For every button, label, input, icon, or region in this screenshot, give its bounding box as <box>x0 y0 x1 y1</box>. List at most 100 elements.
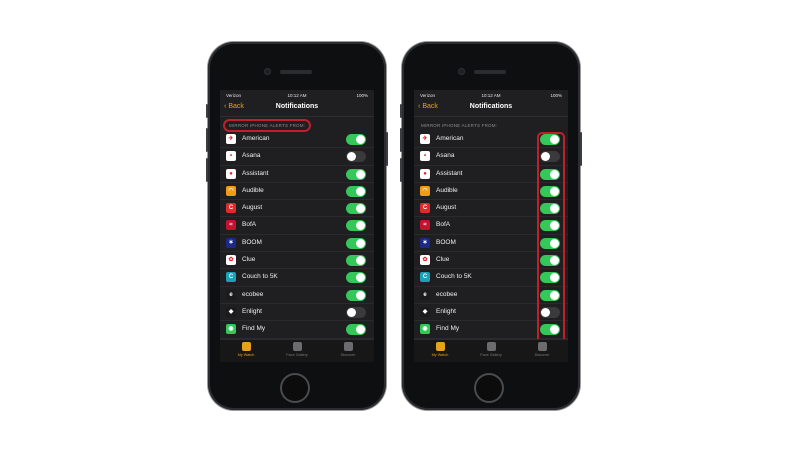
list-item: ◉ Find My <box>220 321 374 339</box>
enlight-icon: ◆ <box>226 306 236 317</box>
toggle-highlight-annotation <box>537 132 565 359</box>
toggle-knob <box>356 221 365 231</box>
notification-toggle[interactable] <box>346 151 366 163</box>
tab-bar: My Watch Face Gallery Discover <box>220 339 374 362</box>
app-name-label: Clue <box>436 256 450 264</box>
face-gallery-icon <box>486 342 496 351</box>
notification-toggle[interactable] <box>346 324 366 336</box>
status-bar: Verizon 10:12 AM 100% <box>414 90 568 100</box>
app-name-label: Couch to 5K <box>436 273 472 281</box>
list-item: ◆ Enlight <box>220 304 374 322</box>
enlight-icon: ◆ <box>420 306 430 317</box>
notification-toggle[interactable] <box>346 237 366 249</box>
tab-label: Face Gallery <box>286 353 308 357</box>
toggle-knob <box>356 238 365 248</box>
volume-up-button <box>206 128 208 152</box>
app-list: ✈ American • Asana ● Assistant ◠ Audible C August… <box>414 131 568 359</box>
notification-toggle[interactable] <box>346 272 366 284</box>
app-name-label: Enlight <box>242 307 262 315</box>
watch-icon <box>435 342 445 351</box>
face-gallery-icon <box>292 342 302 351</box>
silent-switch <box>400 104 402 118</box>
toggle-knob <box>356 290 365 300</box>
app-name-label: Asana <box>436 152 455 160</box>
audible-icon: ◠ <box>226 185 236 196</box>
app-name-label: Clue <box>242 256 256 264</box>
screen: Verizon 10:12 AM 100% ‹ Back Notification… <box>220 90 374 362</box>
app-name-label: Audible <box>436 186 458 194</box>
app-name-label: Audible <box>242 186 264 194</box>
tab-face-gallery[interactable]: Face Gallery <box>471 342 511 357</box>
tab-label: Discover <box>534 353 550 357</box>
battery-label: 100% <box>550 93 562 98</box>
tab-label: My Watch <box>237 353 255 357</box>
asana-icon: • <box>226 151 236 162</box>
app-name-label: American <box>436 135 464 142</box>
bofa-icon: ≈ <box>420 220 430 231</box>
app-list: ✈ American • Asana ● Assistant ◠ Audible C August… <box>220 131 374 356</box>
notification-toggle[interactable] <box>346 203 366 215</box>
notification-toggle[interactable] <box>346 185 366 197</box>
toggle-knob <box>356 273 365 283</box>
tab-discover[interactable]: Discover <box>328 342 368 357</box>
notification-toggle[interactable] <box>346 306 366 318</box>
couch-to-5k-icon: C <box>226 272 236 283</box>
earpiece-speaker <box>280 70 312 74</box>
phone-left: Verizon 10:12 AM 100% ‹ Back Notification… <box>206 42 388 410</box>
tab-bar: My Watch Face Gallery Discover <box>414 339 568 362</box>
app-name-label: Assistant <box>242 169 269 177</box>
tab-face-gallery[interactable]: Face Gallery <box>277 342 317 357</box>
list-item: C August <box>220 200 374 218</box>
notification-toggle[interactable] <box>346 255 366 267</box>
compass-icon <box>343 342 353 351</box>
app-name-label: Find My <box>242 325 266 333</box>
notification-toggle[interactable] <box>346 289 366 301</box>
section-header: MIRROR IPHONE ALERTS FROM: <box>414 117 568 131</box>
front-camera <box>264 68 271 75</box>
app-name-label: August <box>436 204 457 212</box>
august-lock-icon: C <box>420 203 430 214</box>
tab-discover[interactable]: Discover <box>522 342 562 357</box>
audible-icon: ◠ <box>420 185 430 196</box>
notification-toggle[interactable] <box>346 134 366 145</box>
home-button[interactable] <box>474 373 504 403</box>
american-airlines-icon: ✈ <box>420 134 430 144</box>
list-item: ✿ Clue <box>220 252 374 270</box>
boom-icon: ✶ <box>226 237 236 248</box>
volume-up-button <box>400 128 402 152</box>
volume-down-button <box>400 158 402 182</box>
app-name-label: Find My <box>436 325 460 333</box>
tab-label: Discover <box>340 353 356 357</box>
list-item: ◠ Audible <box>220 183 374 201</box>
app-name-label: American <box>242 135 270 142</box>
clue-icon: ✿ <box>420 255 430 266</box>
list-item: ✶ BOOM <box>220 235 374 253</box>
nav-bar: ‹ Back Notifications <box>414 100 568 117</box>
toggle-knob <box>356 256 365 266</box>
app-name-label: BofA <box>436 221 451 229</box>
phone-right: Verizon 10:12 AM 100% ‹ Back Notification… <box>400 42 582 410</box>
app-name-label: BOOM <box>436 238 456 246</box>
google-assistant-icon: ● <box>226 168 236 179</box>
list-item: ✈ American <box>220 131 374 149</box>
list-item: ≈ BofA <box>220 217 374 235</box>
notification-toggle[interactable] <box>346 168 366 180</box>
section-header: MIRROR IPHONE ALERTS FROM: <box>220 117 374 132</box>
nav-bar: ‹ Back Notifications <box>220 100 374 117</box>
toggle-knob <box>347 152 356 162</box>
app-name-label: Assistant <box>436 169 463 177</box>
clue-icon: ✿ <box>226 255 236 266</box>
toggle-knob <box>356 325 365 335</box>
toggle-knob <box>356 204 365 214</box>
tab-my-watch[interactable]: My Watch <box>226 342 266 357</box>
tab-my-watch[interactable]: My Watch <box>420 342 460 357</box>
screen: Verizon 10:12 AM 100% ‹ Back Notification… <box>414 90 568 362</box>
earpiece-speaker <box>474 70 506 74</box>
ecobee-icon: e <box>226 289 236 300</box>
home-button[interactable] <box>280 373 310 403</box>
notification-toggle[interactable] <box>346 220 366 232</box>
list-item: e ecobee <box>220 287 374 304</box>
august-lock-icon: C <box>226 203 236 214</box>
section-header-text: MIRROR IPHONE ALERTS FROM: <box>421 123 498 128</box>
power-button <box>580 132 582 166</box>
